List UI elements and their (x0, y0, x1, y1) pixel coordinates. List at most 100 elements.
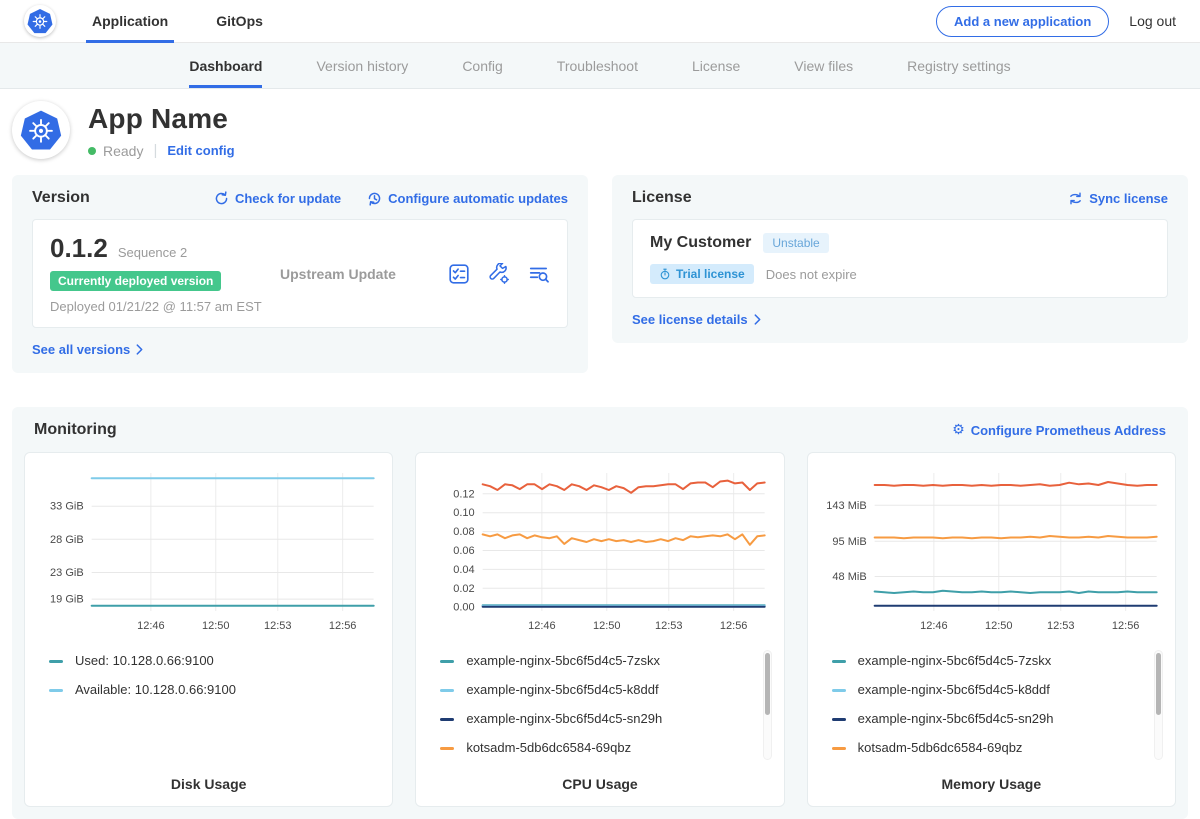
top-nav-tabs: Application GitOps (86, 0, 305, 42)
see-license-details-link[interactable]: See license details (632, 312, 761, 327)
tab-license[interactable]: License (692, 43, 740, 88)
svg-text:12:50: 12:50 (202, 620, 230, 632)
svg-text:28 GiB: 28 GiB (50, 534, 84, 546)
svg-text:12:46: 12:46 (920, 620, 948, 632)
series-color-dash (832, 660, 846, 663)
legend-item: example-nginx-5bc6f5d4c5-sn29h (832, 710, 1163, 728)
svg-text:12:50: 12:50 (593, 620, 621, 632)
trial-license-label: Trial license (676, 267, 745, 281)
divider: | (153, 142, 157, 159)
legend-label: example-nginx-5bc6f5d4c5-7zskx (466, 652, 660, 670)
top-nav-right: Add a new application Log out (936, 6, 1176, 37)
svg-text:19 GiB: 19 GiB (50, 594, 84, 606)
app-sub-navbar: Dashboard Version history Config Trouble… (0, 43, 1200, 89)
deployed-status-badge: Currently deployed version (50, 271, 221, 291)
tab-config[interactable]: Config (462, 43, 502, 88)
deploy-logs-icon[interactable] (528, 263, 550, 285)
version-number: 0.1.2 (50, 233, 108, 264)
disk-usage-plot[interactable]: 12:4612:5012:5312:5619 GiB23 GiB28 GiB33… (33, 463, 384, 640)
app-header: App Name Ready | Edit config (0, 89, 1200, 159)
series-color-dash (832, 747, 846, 750)
preflight-checks-icon[interactable] (448, 263, 470, 285)
edit-config-link[interactable]: Edit config (167, 143, 234, 158)
legend-label: example-nginx-5bc6f5d4c5-7zskx (858, 652, 1052, 670)
svg-text:0.12: 0.12 (454, 488, 475, 500)
logout-button[interactable]: Log out (1129, 13, 1176, 29)
chevron-right-icon (754, 314, 761, 325)
legend-label: Available: 10.128.0.66:9100 (75, 681, 236, 699)
clock-refresh-icon (367, 191, 382, 206)
see-license-details-label: See license details (632, 312, 748, 327)
kubernetes-helm-icon (27, 8, 53, 34)
svg-text:0.04: 0.04 (454, 564, 475, 576)
series-color-dash (440, 747, 454, 750)
see-all-versions-label: See all versions (32, 342, 130, 357)
monitoring-title: Monitoring (34, 421, 117, 439)
refresh-icon (214, 191, 229, 206)
tab-version-history[interactable]: Version history (316, 43, 408, 88)
sync-license-link[interactable]: Sync license (1068, 191, 1168, 206)
series-color-dash (49, 689, 63, 692)
legend-scrollbar-thumb[interactable] (765, 653, 770, 715)
version-card-title: Version (32, 189, 90, 207)
svg-text:143 MiB: 143 MiB (826, 500, 866, 512)
legend-scrollbar-thumb[interactable] (1156, 653, 1161, 715)
svg-text:0.08: 0.08 (454, 526, 475, 538)
series-color-dash (440, 689, 454, 692)
legend-item: kotsadm-5db6dc6584-69qbz (832, 739, 1163, 757)
version-sequence: Sequence 2 (118, 245, 187, 260)
series-color-dash (832, 718, 846, 721)
svg-text:12:56: 12:56 (329, 620, 357, 632)
dashboard-cards-row: Version Check for update Configure au (0, 175, 1200, 373)
see-all-versions-link[interactable]: See all versions (32, 342, 143, 357)
kubernetes-logo[interactable] (24, 5, 56, 37)
config-icon[interactable] (488, 263, 510, 285)
tab-dashboard[interactable]: Dashboard (189, 43, 262, 88)
add-application-button[interactable]: Add a new application (936, 6, 1109, 37)
configure-prometheus-label: Configure Prometheus Address (971, 423, 1166, 438)
top-navbar: Application GitOps Add a new application… (0, 0, 1200, 43)
tab-registry-settings[interactable]: Registry settings (907, 43, 1010, 88)
memory-usage-legend: example-nginx-5bc6f5d4c5-7zskx example-ng… (832, 648, 1163, 764)
stopwatch-icon (659, 268, 671, 280)
configure-automatic-updates-link[interactable]: Configure automatic updates (367, 191, 568, 206)
legend-item: Used: 10.128.0.66:9100 (49, 652, 380, 670)
svg-text:12:53: 12:53 (1047, 620, 1075, 632)
svg-text:48 MiB: 48 MiB (832, 571, 866, 583)
chart-title-disk: Disk Usage (33, 776, 384, 792)
gear-icon: ⚙ (952, 423, 965, 437)
sync-arrows-icon (1068, 191, 1083, 206)
legend-scrollbar[interactable] (1154, 650, 1163, 760)
chart-title-memory: Memory Usage (816, 776, 1167, 792)
chart-svg: 12:4612:5012:5312:5648 MiB95 MiB143 MiB (816, 463, 1167, 635)
chevron-right-icon (136, 344, 143, 355)
legend-item: Available: 10.128.0.66:9100 (49, 681, 380, 699)
monitoring-section: Monitoring ⚙ Configure Prometheus Addres… (12, 407, 1188, 819)
license-card-title: License (632, 189, 692, 207)
configure-prometheus-link[interactable]: ⚙ Configure Prometheus Address (952, 423, 1166, 438)
tab-troubleshoot[interactable]: Troubleshoot (557, 43, 638, 88)
tab-view-files[interactable]: View files (794, 43, 853, 88)
memory-usage-plot[interactable]: 12:4612:5012:5312:5648 MiB95 MiB143 MiB (816, 463, 1167, 640)
page-title: App Name (88, 103, 235, 135)
trial-license-badge: Trial license (650, 264, 754, 284)
legend-scrollbar[interactable] (763, 650, 772, 760)
disk-usage-legend: Used: 10.128.0.66:9100 Available: 10.128.… (49, 648, 380, 764)
kubernetes-helm-icon (20, 109, 62, 151)
legend-item: example-nginx-5bc6f5d4c5-7zskx (832, 652, 1163, 670)
chart-svg: 12:4612:5012:5312:560.000.020.040.060.08… (424, 463, 775, 635)
license-details-panel: My Customer Unstable Trial license Does … (632, 219, 1168, 298)
svg-text:0.06: 0.06 (454, 545, 475, 557)
nav-tab-gitops[interactable]: GitOps (210, 0, 269, 42)
nav-tab-application[interactable]: Application (86, 0, 174, 42)
cpu-usage-plot[interactable]: 12:4612:5012:5312:560.000.020.040.060.08… (424, 463, 775, 640)
legend-label: kotsadm-5db6dc6584-69qbz (466, 739, 631, 757)
app-avatar (12, 101, 70, 159)
license-expiry-text: Does not expire (766, 267, 857, 282)
svg-text:33 GiB: 33 GiB (50, 501, 84, 513)
legend-label: example-nginx-5bc6f5d4c5-k8ddf (466, 681, 658, 699)
configure-automatic-updates-label: Configure automatic updates (388, 191, 568, 206)
check-for-update-link[interactable]: Check for update (214, 191, 341, 206)
svg-text:23 GiB: 23 GiB (50, 567, 84, 579)
series-color-dash (49, 660, 63, 663)
